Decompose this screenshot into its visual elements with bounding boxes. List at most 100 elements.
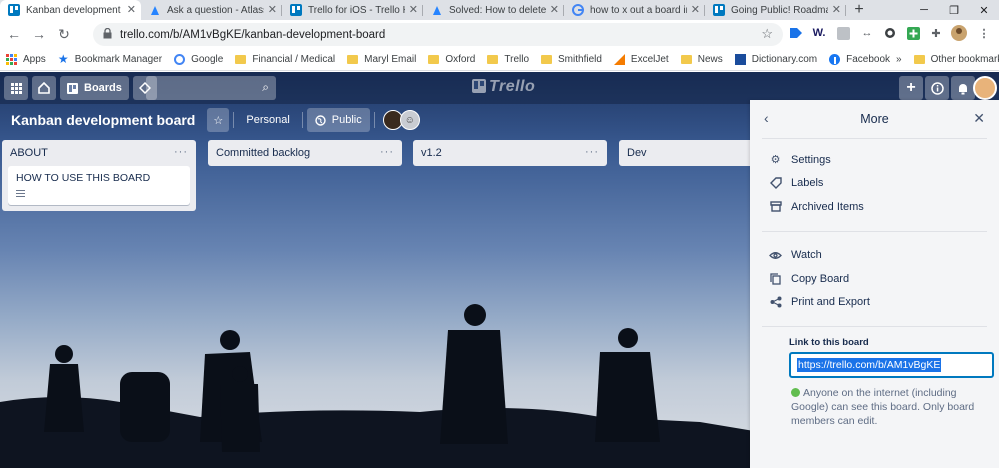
extension-k-icon[interactable]: [834, 24, 852, 42]
board-link-input[interactable]: https://trello.com/b/AM1vBgKE: [789, 352, 994, 378]
bookmark-label: Financial / Medical: [252, 53, 336, 65]
copy-icon: [769, 272, 782, 285]
list-title[interactable]: v1.2: [421, 147, 442, 159]
close-tab-icon[interactable]: ✕: [691, 3, 700, 16]
atlassian-icon: [431, 4, 443, 16]
list-header[interactable]: ABOUT ···: [2, 140, 196, 166]
bookmark-folder[interactable]: Oxford: [428, 54, 475, 65]
close-tab-icon[interactable]: ✕: [268, 3, 277, 16]
other-bookmarks[interactable]: Other bookmarks: [913, 54, 999, 65]
user-avatar[interactable]: [973, 76, 997, 100]
tab-title: Kanban development b: [26, 4, 123, 16]
bookmark-folder[interactable]: Smithfield: [541, 54, 602, 65]
new-tab-button[interactable]: +: [846, 0, 872, 20]
link-label: Link to this board: [789, 337, 869, 348]
list-v1-2: v1.2 ···: [413, 140, 607, 166]
restore-icon[interactable]: ❐: [939, 0, 969, 20]
bell-icon[interactable]: [951, 76, 975, 100]
bookmark-facebook[interactable]: Facebook: [829, 53, 890, 65]
browser-tab[interactable]: Ask a question - Atlassi ✕: [141, 0, 282, 20]
browser-tab[interactable]: Going Public! Roadmap ✕: [705, 0, 846, 20]
bookmark-label: ExcelJet: [630, 53, 669, 65]
close-icon[interactable]: ✕: [973, 110, 985, 127]
folder-icon: [541, 54, 553, 65]
extension-w-icon[interactable]: W.: [810, 24, 828, 42]
label-icon: [769, 177, 782, 190]
bookmark-folder[interactable]: Financial / Medical: [235, 54, 335, 65]
back-arrow-icon[interactable]: ←: [3, 23, 25, 45]
close-tab-icon[interactable]: ✕: [409, 3, 418, 16]
extension-arrow-icon[interactable]: ↔: [858, 24, 876, 42]
divider: [373, 112, 375, 128]
apps-grid-icon[interactable]: [4, 76, 28, 100]
search-input[interactable]: ⌕: [146, 76, 276, 100]
list-title[interactable]: Dev: [627, 147, 647, 159]
forward-arrow-icon[interactable]: →: [28, 23, 50, 45]
list-header[interactable]: Committed backlog ···: [208, 140, 402, 166]
minimize-icon[interactable]: ─: [909, 0, 939, 20]
bookmark-exceljet[interactable]: ExcelJet: [613, 53, 669, 65]
browser-tab-active[interactable]: Kanban development b ✕: [0, 0, 141, 20]
menu-item-labels[interactable]: Labels: [750, 172, 999, 196]
extensions-puzzle-icon[interactable]: ✚: [927, 24, 945, 42]
bookmark-folder[interactable]: News: [680, 54, 723, 65]
browser-tab-strip: Kanban development b ✕ Ask a question - …: [0, 0, 999, 20]
close-tab-icon[interactable]: ✕: [832, 3, 841, 16]
close-tab-icon[interactable]: ✕: [550, 3, 559, 16]
bookmark-apps[interactable]: Apps: [6, 53, 46, 65]
trello-logo[interactable]: Trello: [472, 78, 535, 96]
bookmark-folder[interactable]: Trello: [487, 54, 529, 65]
list-title[interactable]: Committed backlog: [216, 147, 310, 159]
home-icon[interactable]: [32, 76, 56, 100]
divider: [301, 112, 303, 128]
address-bar[interactable]: trello.com/b/AM1vBgKE/kanban-development…: [93, 23, 783, 46]
member-avatar[interactable]: ☺: [399, 110, 420, 130]
browser-menu-icon[interactable]: ⋮: [975, 24, 993, 42]
menu-item-label: Watch: [791, 249, 822, 262]
link-info-text: Anyone on the internet (including Google…: [791, 387, 975, 427]
menu-item-archived[interactable]: Archived Items: [750, 195, 999, 219]
bookmark-manager[interactable]: ★ Bookmark Manager: [58, 52, 162, 66]
extension-circle-icon[interactable]: [881, 24, 899, 42]
close-window-icon[interactable]: ✕: [969, 0, 999, 20]
profile-avatar[interactable]: [950, 24, 968, 42]
card-title: HOW TO USE THIS BOARD: [16, 172, 151, 184]
menu-item-watch[interactable]: Watch: [750, 244, 999, 268]
extension-plus-icon[interactable]: [904, 24, 922, 42]
menu-item-label: Copy Board: [791, 272, 850, 285]
back-chevron-icon[interactable]: ‹: [764, 110, 769, 126]
folder-icon: [235, 54, 247, 65]
browser-tab[interactable]: Trello for iOS - Trello He ✕: [282, 0, 423, 20]
bookmark-label: Smithfield: [558, 53, 602, 65]
info-icon[interactable]: [925, 76, 949, 100]
card[interactable]: HOW TO USE THIS BOARD: [8, 166, 190, 205]
reload-icon[interactable]: ↻: [53, 23, 75, 45]
create-plus-icon[interactable]: +: [899, 76, 923, 100]
menu-item-print-export[interactable]: Print and Export: [750, 291, 999, 315]
list-menu-icon[interactable]: ···: [380, 146, 394, 158]
bookmarks-overflow-button[interactable]: »: [896, 54, 902, 65]
logo-text: Trello: [489, 78, 536, 95]
bookmark-label: Apps: [23, 53, 46, 65]
visibility-button[interactable]: Public: [306, 108, 370, 132]
folder-icon: [347, 54, 359, 65]
bookmark-folder[interactable]: Maryl Email: [347, 54, 416, 65]
boards-button[interactable]: Boards: [60, 76, 129, 100]
bookmark-google[interactable]: Google: [174, 53, 223, 65]
star-board-icon[interactable]: ☆: [207, 108, 230, 132]
list-header[interactable]: v1.2 ···: [413, 140, 607, 166]
extension-tag-icon[interactable]: [787, 24, 805, 42]
list-title[interactable]: ABOUT: [10, 147, 48, 159]
bookmark-dictionary[interactable]: Dictionary.com: [734, 53, 817, 65]
browser-tab[interactable]: how to x out a board in ✕: [564, 0, 705, 20]
close-tab-icon[interactable]: ✕: [127, 3, 136, 16]
menu-item-copy-board[interactable]: Copy Board: [750, 267, 999, 291]
team-button[interactable]: Personal: [238, 108, 297, 132]
list-menu-icon[interactable]: ···: [585, 146, 599, 158]
folder-icon: [680, 54, 692, 65]
list-menu-icon[interactable]: ···: [174, 146, 188, 158]
menu-item-settings[interactable]: ⚙ Settings: [750, 148, 999, 172]
board-title[interactable]: Kanban development board: [11, 112, 195, 128]
browser-tab[interactable]: Solved: How to delete a ✕: [423, 0, 564, 20]
bookmark-star-icon[interactable]: ☆: [761, 26, 773, 42]
